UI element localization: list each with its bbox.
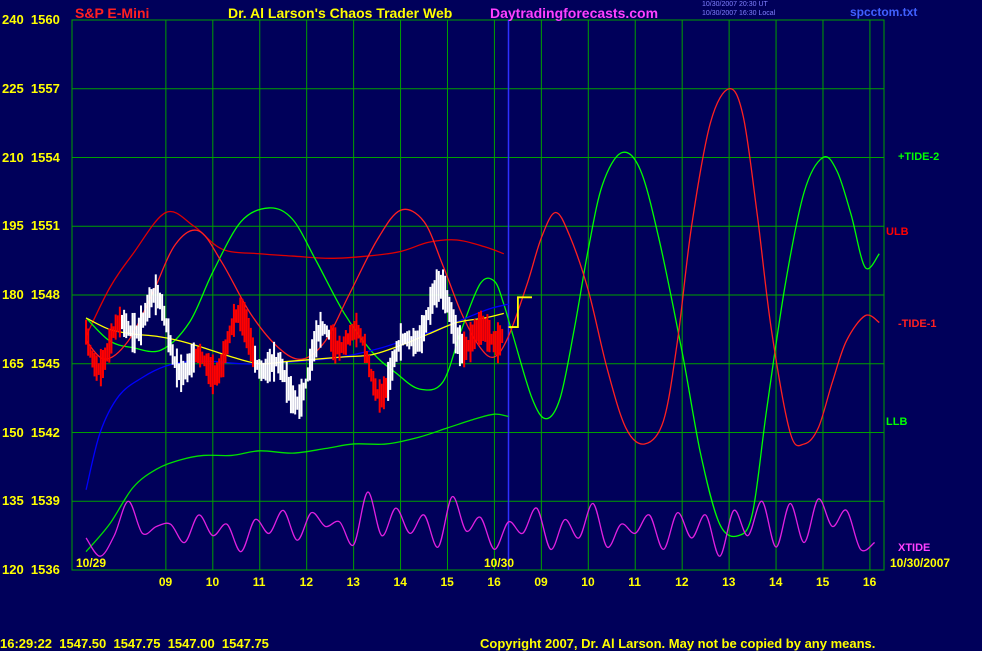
x-tick-label: 13 xyxy=(346,575,360,589)
day-label-2: 10/30 xyxy=(484,556,515,570)
quote-line: 16:29:22 1547.50 1547.75 1547.00 1547.75 xyxy=(0,636,269,651)
y-tick-label: 135 1539 xyxy=(2,493,60,509)
y-tick-label: 210 1554 xyxy=(2,149,60,165)
y-tick-label: 180 1548 xyxy=(2,287,60,302)
y-tick-label: 150 1542 xyxy=(2,424,60,440)
series-label-llb: LLB xyxy=(886,416,908,429)
grid-lines xyxy=(71,19,885,571)
series-label--tide-2: +TIDE-2 xyxy=(898,150,940,163)
chart-area xyxy=(71,19,885,571)
x-tick-label: 12 xyxy=(299,575,314,589)
series-label-ulb: ULB xyxy=(886,226,909,239)
x-tick-label: 11 xyxy=(252,575,266,589)
series-layer xyxy=(85,88,880,557)
series-line--tide-2 xyxy=(85,151,880,538)
x-tick-label: 11 xyxy=(628,575,641,589)
y-tick-label: 120 1536 xyxy=(2,562,60,577)
site-link[interactable]: Daytradingforecasts.com xyxy=(490,5,658,21)
data-filename: spcctom.txt xyxy=(850,5,918,19)
timestamp-ut: 10/30/2007 20:30 UT xyxy=(702,1,768,8)
series-line--tide-1 xyxy=(85,88,880,447)
copyright-notice: Copyright 2007, Dr. Al Larson. May not b… xyxy=(480,636,876,651)
y-tick-label: 240 1560 xyxy=(2,12,60,27)
y-tick-label: 195 1551 xyxy=(2,218,60,234)
x-tick-label: 16 xyxy=(862,575,877,589)
x-tick-label: 14 xyxy=(769,575,783,589)
symbol-label: S&P E-Mini xyxy=(75,5,150,21)
x-tick-label: 15 xyxy=(440,575,454,589)
x-tick-label: 12 xyxy=(675,575,689,589)
timestamp-local: 10/30/2007 16:30 Local xyxy=(702,10,776,17)
x-tick-label: 13 xyxy=(722,575,736,589)
x-tick-label: 16 xyxy=(487,575,501,589)
x-tick-label: 09 xyxy=(158,575,173,589)
x-tick-label: 15 xyxy=(815,575,830,589)
series-label-xtide: XTIDE xyxy=(898,542,931,555)
chart-title: Dr. Al Larson's Chaos Trader Web xyxy=(228,5,453,21)
x-tick-label: 14 xyxy=(393,575,407,589)
series-label--tide-1: -TIDE-1 xyxy=(898,317,937,330)
y-tick-label: 165 1545 xyxy=(2,355,60,371)
series-line-avg xyxy=(85,312,504,365)
day-label-1: 10/29 xyxy=(76,556,107,570)
day-label-3: 10/30/2007 xyxy=(890,556,951,570)
series-line-projection xyxy=(508,296,532,328)
x-tick-label: 10 xyxy=(581,575,595,589)
x-tick-label: 10 xyxy=(205,575,220,589)
x-tick-label: 09 xyxy=(534,575,548,589)
series-line-llb xyxy=(85,413,509,553)
y-tick-label: 225 1557 xyxy=(2,80,60,96)
